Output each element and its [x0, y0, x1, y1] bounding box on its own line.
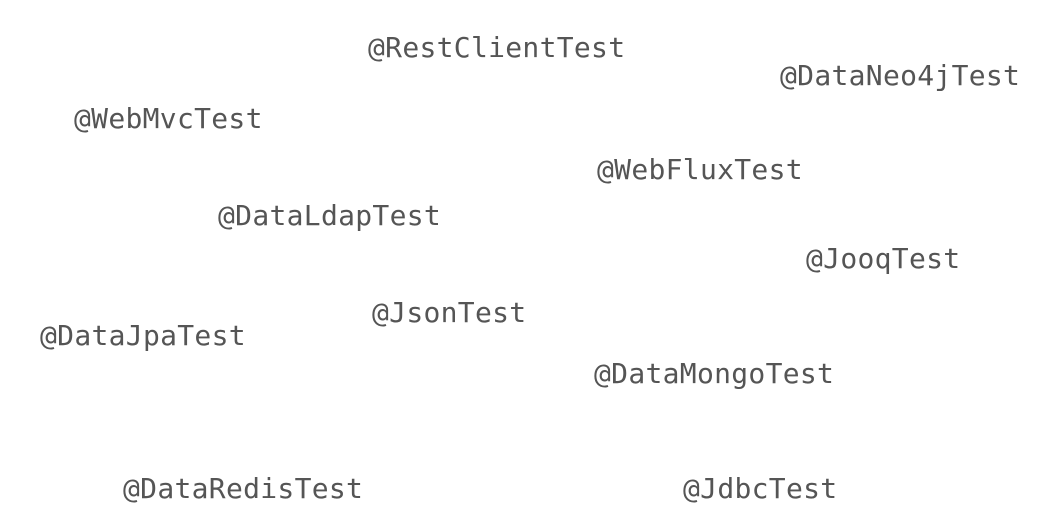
rest-client-test-label: @RestClientTest: [368, 31, 626, 64]
data-neo4j-test-label: @DataNeo4jTest: [780, 59, 1021, 92]
json-test-label: @JsonTest: [372, 296, 527, 329]
data-redis-test-label: @DataRedisTest: [123, 472, 364, 505]
data-ldap-test-label: @DataLdapTest: [218, 199, 442, 232]
data-jpa-test-label: @DataJpaTest: [40, 319, 246, 352]
jdbc-test-label: @JdbcTest: [683, 472, 838, 505]
jooq-test-label: @JooqTest: [806, 242, 961, 275]
annotation-cloud: @RestClientTest @DataNeo4jTest @WebMvcTe…: [0, 0, 1049, 527]
data-mongo-test-label: @DataMongoTest: [594, 357, 835, 390]
web-flux-test-label: @WebFluxTest: [597, 153, 803, 186]
web-mvc-test-label: @WebMvcTest: [74, 102, 263, 135]
